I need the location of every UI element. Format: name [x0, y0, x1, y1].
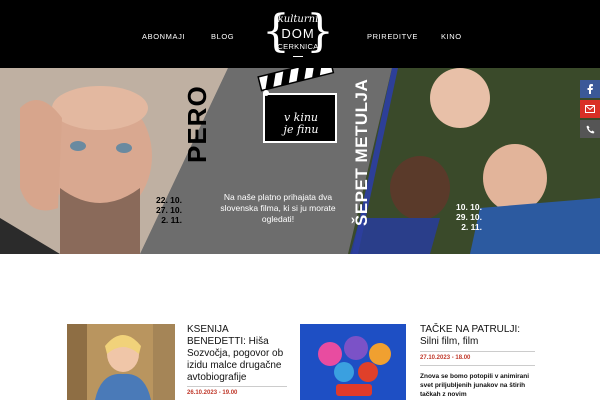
movie-title-pero: PERO [182, 85, 212, 163]
metulja-dates: 10. 10. 29. 10. 2. 11. [456, 202, 482, 232]
facebook-button[interactable] [580, 80, 600, 98]
card-title-ksenija[interactable]: KSENIJA BENEDETTI: Hiša Sozvočja, pogovo… [187, 324, 287, 384]
pero-date-1: 22. 10. [156, 195, 182, 205]
nav-kino[interactable]: KINO [441, 32, 462, 41]
logo-dash [293, 56, 303, 57]
phone-button[interactable] [580, 120, 600, 138]
banner-artwork [0, 68, 600, 254]
metulja-date-3: 2. 11. [461, 222, 482, 232]
pero-dates: 22. 10. 27. 10. 2. 11. [156, 195, 182, 225]
banner-tagline: Na naše platno prihajata dva slovenska f… [220, 192, 336, 224]
logo-line-dom: DOM [281, 26, 315, 41]
pero-date-2: 27. 10. [156, 205, 182, 215]
clapper-text: v kinu je finu [266, 112, 336, 136]
movie-title-sepet-metulja: ŠEPET METULJA [352, 78, 371, 226]
metulja-date-2: 29. 10. [456, 212, 482, 222]
clapper-line-2: je finu [283, 123, 319, 136]
site-logo[interactable]: { } kulturni DOM CERKNICA [262, 10, 334, 60]
card-image-tacke[interactable] [300, 324, 406, 400]
nav-abonmaji[interactable]: ABONMAJI [142, 32, 185, 41]
card-date-tacke: 27.10.2023 - 18.00 [420, 355, 471, 361]
ksenija-photo [67, 324, 175, 400]
mail-button[interactable] [580, 100, 600, 118]
card-desc-tacke: Znova se bomo potopili v animirani svet … [420, 373, 530, 398]
nav-blog[interactable]: BLOG [211, 32, 234, 41]
paw-patrol-poster [300, 324, 406, 400]
pero-hand [20, 100, 62, 211]
card-date-ksenija: 26.10.2023 - 19.00 [187, 390, 238, 396]
pero-date-3: 2. 11. [161, 215, 182, 225]
card-divider-3 [420, 365, 535, 366]
card-divider-1 [187, 386, 287, 387]
card-image-ksenija[interactable] [67, 324, 175, 400]
card-title-tacke[interactable]: TAČKE NA PATRULJI: Silni film, film [420, 324, 535, 348]
facebook-icon [587, 84, 593, 94]
logo-line-kulturni: kulturni [277, 14, 319, 25]
logo-line-cerknica: CERKNICA [277, 42, 319, 51]
hero-banner[interactable]: PERO 22. 10. 27. 10. 2. 11. v kinu je fi… [0, 68, 600, 254]
metulja-date-1: 10. 10. [456, 202, 482, 212]
top-navigation-bar: ABONMAJI BLOG { } kulturni DOM CERKNICA … [0, 0, 600, 68]
phone-icon [586, 125, 594, 133]
mail-icon [585, 105, 595, 113]
card-divider-2 [420, 351, 535, 352]
nav-prireditve[interactable]: PRIREDITVE [367, 32, 418, 41]
